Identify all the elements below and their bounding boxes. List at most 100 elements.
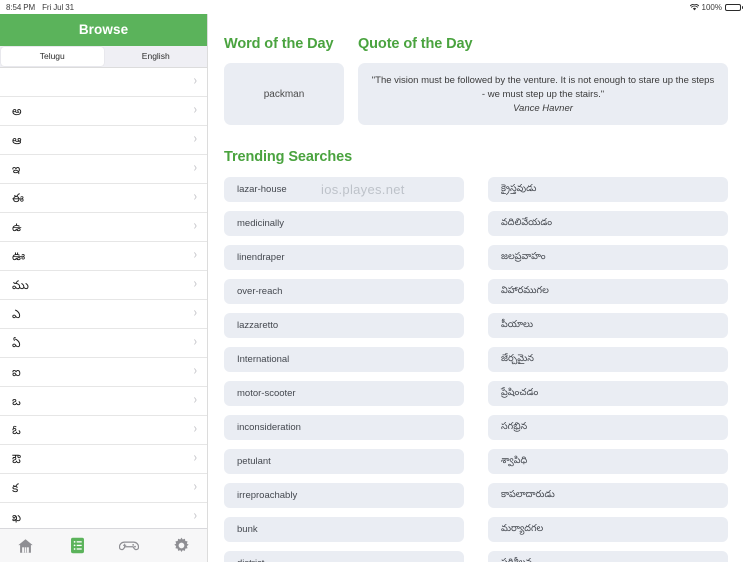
chevron-right-icon: › — [193, 161, 197, 175]
tab-home[interactable] — [0, 529, 52, 562]
page-title: Browse — [78, 22, 129, 38]
quote-of-the-day-section: Quote of the Day "The vision must be fol… — [358, 34, 728, 125]
letter-glyph: అ — [12, 103, 22, 118]
trending-pill-english[interactable]: bunk — [224, 517, 464, 542]
letter-glyph: ఇ — [12, 161, 21, 176]
chevron-right-icon: › — [193, 335, 197, 349]
letter-row[interactable]: ఎ › — [0, 299, 207, 329]
trending-pill-telugu[interactable]: శ్వాపిధి — [488, 449, 728, 474]
game-controller-icon — [119, 539, 140, 553]
trending-pill-english[interactable]: district — [224, 551, 464, 562]
letter-row[interactable]: ము › — [0, 270, 207, 300]
quote-author: Vance Havner — [513, 102, 573, 114]
letter-row[interactable]: ఐ › — [0, 357, 207, 387]
tab-bar[interactable] — [0, 528, 207, 562]
status-time: 8:54 PM — [6, 2, 36, 12]
letter-row[interactable]: ఇ › — [0, 154, 207, 184]
segment-telugu[interactable]: Telugu — [1, 46, 104, 66]
letter-row[interactable]: › — [0, 67, 207, 97]
battery-percent: 100% — [701, 2, 722, 12]
letter-row[interactable]: ఖ › — [0, 502, 207, 528]
trending-pill-english[interactable]: petulant — [224, 449, 464, 474]
letter-glyph: ఒ — [12, 393, 21, 408]
letter-glyph: ఎ — [12, 306, 21, 321]
trending-pill-english[interactable]: over-reach — [224, 279, 464, 304]
letter-glyph: ఖ — [12, 509, 22, 524]
trending-pill-telugu[interactable]: క్రైస్తవుడు — [488, 177, 728, 202]
language-segmented-control[interactable]: Telugu English — [0, 45, 208, 68]
trending-searches-grid: lazar-house medicinally linendraper over-re… — [224, 177, 728, 562]
trending-pill-english[interactable]: motor-scooter — [224, 381, 464, 406]
letter-row[interactable]: ఓ › — [0, 415, 207, 445]
main-split: Browse Telugu English › అ › ఆ › ఇ › ఈ › ఉ › ఊ › ము › ఎ ›… — [0, 14, 750, 562]
tab-browse[interactable] — [52, 529, 104, 562]
chevron-right-icon: › — [193, 422, 197, 436]
trending-pill-telugu[interactable]: ప్రేషించడం — [488, 381, 728, 406]
trending-pill-english[interactable]: International — [224, 347, 464, 372]
home-icon — [17, 538, 34, 554]
chevron-right-icon: › — [193, 103, 197, 117]
quote-of-the-day-card: "The vision must be followed by the vent… — [358, 63, 728, 125]
trending-pill-english[interactable]: lazzaretto — [224, 313, 464, 338]
trending-pill-telugu[interactable]: సగభ్రిన — [488, 415, 728, 440]
trending-pill-english[interactable]: irreproachably — [224, 483, 464, 508]
trending-pill-telugu[interactable]: మర్యాదగల — [488, 517, 728, 542]
letter-row[interactable]: ఔ › — [0, 444, 207, 474]
trending-column-telugu: క్రైస్తవుడు వదిలివేయడం జలప్రవాహం విహారముగల ప… — [488, 177, 728, 562]
chevron-right-icon: › — [193, 480, 197, 494]
letter-row[interactable]: ఒ › — [0, 386, 207, 416]
quote-text: "The vision must be followed by the vent… — [371, 75, 715, 100]
status-bar-right: 100% — [689, 2, 743, 12]
letter-glyph: ఈ — [12, 190, 24, 205]
trending-pill-english[interactable]: lazar-house — [224, 177, 464, 202]
chevron-right-icon: › — [193, 219, 197, 233]
trending-pill-telugu[interactable]: పరిశీలన — [488, 551, 728, 562]
top-cards-row: Word of the Day packman Quote of the Day… — [224, 34, 728, 125]
segment-english-label: English — [141, 51, 170, 62]
word-of-the-day-card[interactable]: packman — [224, 63, 344, 125]
quote-of-the-day-title: Quote of the Day — [358, 36, 473, 52]
trending-pill-telugu[interactable]: జలప్రవాహం — [488, 245, 728, 270]
letter-glyph: ఓ — [12, 422, 21, 437]
wifi-icon — [689, 3, 699, 11]
chevron-right-icon: › — [193, 132, 197, 146]
chevron-right-icon: › — [193, 74, 197, 88]
letter-glyph: క — [12, 480, 19, 495]
trending-pill-english[interactable]: linendraper — [224, 245, 464, 270]
tab-settings[interactable] — [155, 529, 207, 562]
chevron-right-icon: › — [193, 190, 197, 204]
letter-row[interactable]: ఆ › — [0, 125, 207, 155]
trending-pill-telugu[interactable]: కాపలాదారుడు — [488, 483, 728, 508]
segment-telugu-label: Telugu — [39, 51, 65, 62]
letter-list[interactable]: ›అ›ఆ›ఇ›ఈ›ఉ›ఊ›ము›ఎ›ఏ›ఐ›ఒ›ఓ›ఔ›క›ఖ›గ› — [0, 67, 207, 528]
battery-icon — [725, 3, 743, 11]
trending-pill-english[interactable]: medicinally — [224, 211, 464, 236]
status-bar: 8:54 PM Fri Jul 31 100% — [0, 0, 750, 14]
segment-english[interactable]: English — [105, 46, 208, 67]
letter-glyph: ఐ — [12, 364, 21, 379]
word-of-the-day-section: Word of the Day packman — [224, 34, 344, 125]
trending-pill-telugu[interactable]: జేర్చమైన — [488, 347, 728, 372]
letter-glyph: ము — [12, 277, 29, 292]
trending-pill-telugu[interactable]: విహారముగల — [488, 279, 728, 304]
letter-row[interactable]: క › — [0, 473, 207, 503]
letter-glyph: ఊ — [12, 248, 26, 263]
tab-games[interactable] — [104, 529, 156, 562]
letter-row[interactable]: అ › — [0, 96, 207, 126]
word-of-the-day-title: Word of the Day — [224, 36, 334, 52]
status-bar-left: 8:54 PM Fri Jul 31 — [6, 3, 74, 12]
letter-row[interactable]: ఈ › — [0, 183, 207, 213]
letter-row[interactable]: ఏ › — [0, 328, 207, 358]
trending-pill-telugu[interactable]: వదిలివేయడం — [488, 211, 728, 236]
trending-pill-telugu[interactable]: పీయాలు — [488, 313, 728, 338]
status-date: Fri Jul 31 — [42, 2, 74, 12]
content-pane: Word of the Day packman Quote of the Day… — [208, 14, 750, 562]
letter-row[interactable]: ఊ › — [0, 241, 207, 271]
chevron-right-icon: › — [193, 393, 197, 407]
chevron-right-icon: › — [193, 306, 197, 320]
trending-pill-english[interactable]: inconsideration — [224, 415, 464, 440]
chevron-right-icon: › — [193, 364, 197, 378]
chevron-right-icon: › — [193, 277, 197, 291]
letter-row[interactable]: ఉ › — [0, 212, 207, 242]
trending-column-english: lazar-house medicinally linendraper over-re… — [224, 177, 464, 562]
